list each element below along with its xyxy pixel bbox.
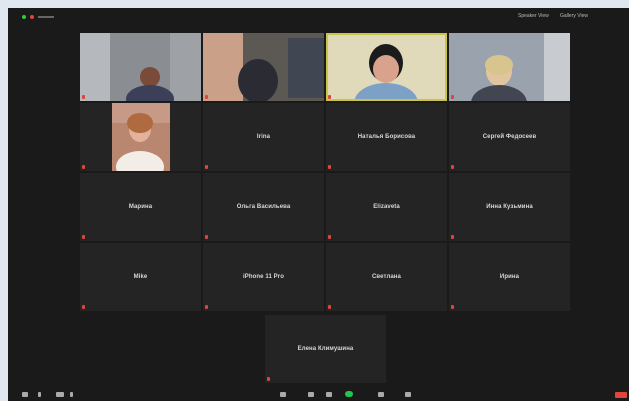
participant-name: Ирина: [499, 274, 520, 280]
video-camera-icon[interactable]: [56, 392, 64, 397]
participant-tile[interactable]: iPhone 11 Pro: [203, 243, 324, 311]
participant-video-image: [449, 33, 570, 101]
participant-tile[interactable]: Ольга Васильева: [203, 173, 324, 241]
muted-mic-icon: [451, 95, 454, 99]
video-tile[interactable]: [449, 33, 570, 101]
participant-tile[interactable]: Наталья Борисова: [326, 103, 447, 171]
muted-mic-icon: [451, 235, 454, 239]
share-screen-icon[interactable]: [345, 391, 353, 397]
participant-tile[interactable]: Марина: [80, 173, 201, 241]
zoom-window: Speaker View Gallery View Irina Наталья …: [8, 8, 629, 401]
title-bar: Speaker View Gallery View: [8, 8, 629, 26]
mute-mic-icon[interactable]: [22, 392, 28, 397]
video-tile[interactable]: [80, 33, 201, 101]
muted-mic-icon: [328, 95, 331, 99]
view-toggle[interactable]: Speaker View: [518, 13, 549, 19]
security-icon[interactable]: [280, 392, 286, 397]
participant-video-image: [203, 33, 324, 101]
participant-tile[interactable]: Сергей Федосеев: [449, 103, 570, 171]
gallery-view-toggle[interactable]: Gallery View: [560, 13, 588, 19]
muted-mic-icon: [82, 305, 85, 309]
participant-tile[interactable]: Irina: [203, 103, 324, 171]
muted-mic-icon: [267, 377, 270, 381]
participant-name: Irina: [256, 134, 271, 140]
participant-name: Ольга Васильева: [236, 204, 291, 210]
end-meeting-button[interactable]: [615, 392, 627, 398]
muted-mic-icon: [205, 95, 208, 99]
muted-mic-icon: [205, 305, 208, 309]
participant-name: Elizaveta: [373, 204, 400, 210]
participant-tile[interactable]: Инна Кузьмина: [449, 173, 570, 241]
active-speaker-tile[interactable]: [326, 33, 447, 101]
chat-icon[interactable]: [326, 392, 332, 397]
muted-mic-icon: [205, 165, 208, 169]
participant-name: Елена Климушина: [297, 346, 354, 352]
muted-mic-icon: [82, 235, 85, 239]
muted-mic-icon: [82, 95, 85, 99]
muted-mic-icon: [205, 235, 208, 239]
participant-name: Светлана: [372, 274, 401, 280]
participant-tile[interactable]: Светлана: [326, 243, 447, 311]
participant-video-image: [80, 103, 201, 171]
record-indicator-icon: [30, 15, 34, 19]
muted-mic-icon: [451, 305, 454, 309]
participant-name: Марина: [128, 204, 153, 210]
participant-tile[interactable]: Елена Климушина: [265, 315, 386, 383]
participant-tile[interactable]: Mike: [80, 243, 201, 311]
participant-video-image: [80, 33, 201, 101]
participants-icon[interactable]: [308, 392, 314, 397]
muted-mic-icon: [328, 305, 331, 309]
security-shield-icon[interactable]: [22, 15, 26, 19]
muted-mic-icon: [328, 165, 331, 169]
participant-name: Наталья Борисова: [357, 134, 416, 140]
participant-tile[interactable]: Ирина: [449, 243, 570, 311]
participant-name: Mike: [133, 274, 148, 280]
muted-mic-icon: [451, 165, 454, 169]
meeting-toolbar: [8, 387, 629, 401]
muted-mic-icon: [82, 165, 85, 169]
muted-mic-icon: [328, 235, 331, 239]
record-icon[interactable]: [378, 392, 384, 397]
video-tile[interactable]: [203, 33, 324, 101]
video-tile[interactable]: [80, 103, 201, 171]
video-options-chevron-icon[interactable]: [70, 392, 73, 397]
meeting-info-bar[interactable]: [38, 16, 54, 18]
audio-options-chevron-icon[interactable]: [38, 392, 41, 397]
participant-tile[interactable]: Elizaveta: [326, 173, 447, 241]
reactions-icon[interactable]: [405, 392, 411, 397]
participant-name: Сергей Федосеев: [482, 134, 537, 140]
participant-name: Инна Кузьмина: [486, 204, 533, 210]
participant-video-image: [326, 33, 447, 101]
participant-name: iPhone 11 Pro: [243, 274, 284, 280]
